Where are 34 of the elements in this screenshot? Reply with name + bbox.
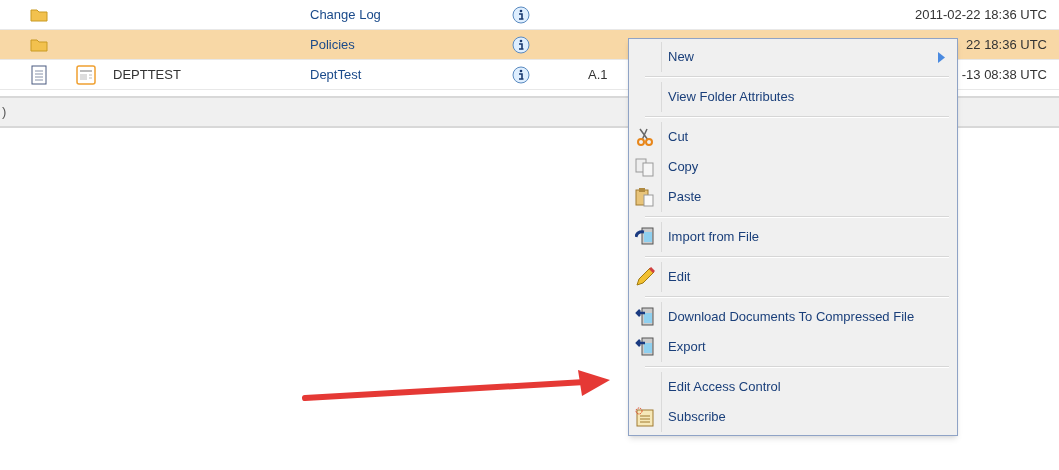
- submenu-arrow-icon: [938, 51, 945, 63]
- date-cell: 2011-02-22 18:36 UTC: [915, 6, 1047, 22]
- menu-item[interactable]: Copy: [629, 152, 957, 182]
- folder-icon: [29, 37, 48, 52]
- form-icon: [76, 64, 96, 85]
- download-icon: [635, 337, 655, 357]
- title-link[interactable]: Policies: [310, 36, 355, 52]
- version-cell: A.1: [588, 66, 608, 82]
- footer-text: ): [2, 103, 7, 122]
- name-cell: DEPTTEST: [113, 66, 181, 82]
- title-link[interactable]: Change Log: [310, 6, 381, 22]
- info-icon[interactable]: [512, 5, 530, 24]
- title-link[interactable]: DeptTest: [310, 66, 362, 82]
- menu-item[interactable]: Import from File: [629, 222, 957, 252]
- scissors-icon: [635, 127, 655, 147]
- folder-icon: [29, 7, 48, 22]
- paste-icon: [635, 187, 655, 207]
- copy-icon: [635, 157, 655, 177]
- menu-item[interactable]: Paste: [629, 182, 957, 212]
- menu-item[interactable]: Edit Access Control: [629, 372, 957, 402]
- date-cell: -13 08:38 UTC: [961, 66, 1047, 82]
- menu-item[interactable]: Subscribe: [629, 402, 957, 432]
- document-icon: [30, 64, 47, 85]
- info-icon[interactable]: [512, 65, 530, 84]
- subscribe-icon: [635, 407, 655, 427]
- import-icon: [635, 227, 655, 247]
- pencil-icon: [635, 267, 655, 287]
- menu-item[interactable]: Cut: [629, 122, 957, 152]
- menu-item[interactable]: Download Documents To Compressed File: [629, 302, 957, 332]
- menu-item[interactable]: Export: [629, 332, 957, 362]
- download-icon: [635, 307, 655, 327]
- info-icon[interactable]: [512, 35, 530, 54]
- menu-item[interactable]: Edit: [629, 262, 957, 292]
- date-cell: 22 18:36 UTC: [966, 36, 1047, 52]
